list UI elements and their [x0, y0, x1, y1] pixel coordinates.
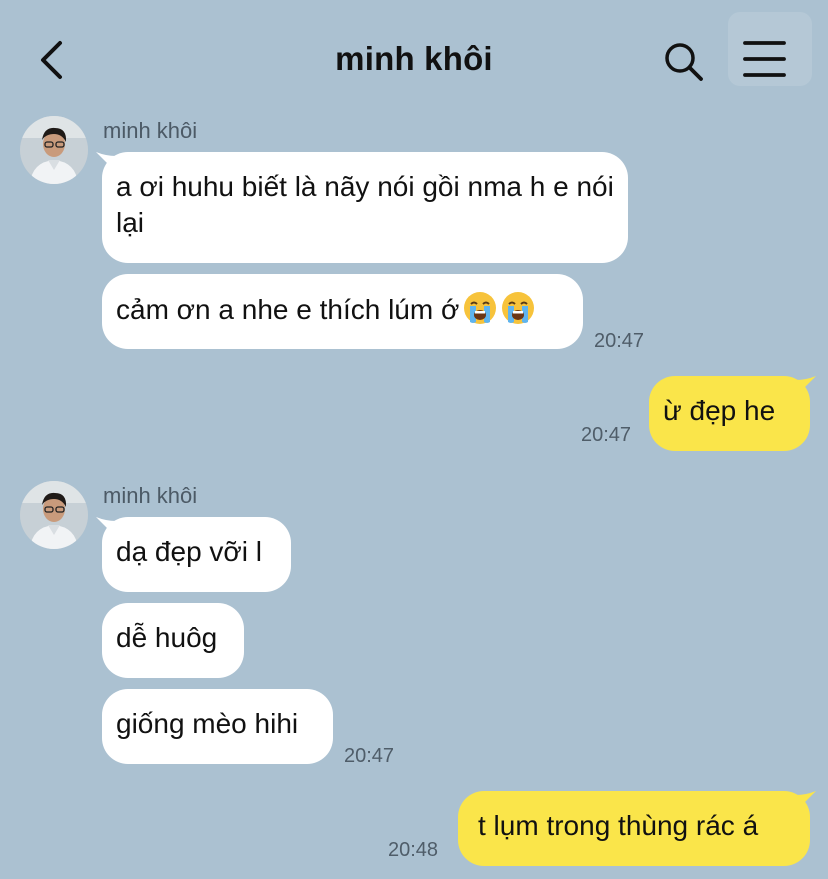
- search-button[interactable]: [660, 38, 706, 84]
- bubble-tail: [796, 376, 816, 396]
- message-bubble[interactable]: dễ huôg: [102, 603, 244, 678]
- message-text: t lụm trong thùng rác á: [478, 810, 759, 841]
- message-bubble[interactable]: cảm ơn a nhe e thích lúm ớ: [102, 274, 583, 349]
- message-text: dễ huôg: [116, 622, 218, 653]
- avatar-photo: [20, 116, 88, 184]
- message-bubble[interactable]: giống mèo hihi: [102, 689, 333, 764]
- message-text: cảm ơn a nhe e thích lúm ớ: [116, 294, 460, 325]
- hamburger-menu-icon: [743, 41, 786, 77]
- message-text: giống mèo hihi: [116, 708, 299, 739]
- menu-button[interactable]: [728, 12, 812, 86]
- message-bubble[interactable]: dạ đẹp vỡi l: [102, 517, 291, 592]
- chat-header: minh khôi: [0, 0, 828, 110]
- message-timestamp: 20:47: [594, 330, 645, 352]
- message-text: a ơi huhu biết là nãy nói gồi nma h e nó…: [116, 171, 614, 238]
- message-timestamp: 20:48: [388, 839, 439, 861]
- loudly-crying-face-emoji: [463, 291, 498, 325]
- message-timestamp: 20:47: [344, 745, 395, 767]
- message-bubble-outgoing[interactable]: ừ đẹp he: [649, 376, 810, 451]
- message-bubble-outgoing[interactable]: t lụm trong thùng rác á: [458, 791, 810, 866]
- sender-name: minh khôi: [103, 118, 198, 143]
- message-timestamp: 20:47: [581, 424, 632, 446]
- bubble-tail: [796, 791, 816, 811]
- message-text: dạ đẹp vỡi l: [116, 536, 263, 567]
- message-text: ừ đẹp he: [663, 395, 776, 426]
- search-icon: [665, 43, 703, 81]
- avatar[interactable]: [20, 481, 88, 549]
- avatar[interactable]: [20, 116, 88, 184]
- loudly-crying-face-emoji: [501, 291, 536, 325]
- sender-name: minh khôi: [103, 483, 198, 508]
- avatar-photo: [20, 481, 88, 549]
- message-bubble[interactable]: a ơi huhu biết là nãy nói gồi nma h e nó…: [102, 152, 628, 263]
